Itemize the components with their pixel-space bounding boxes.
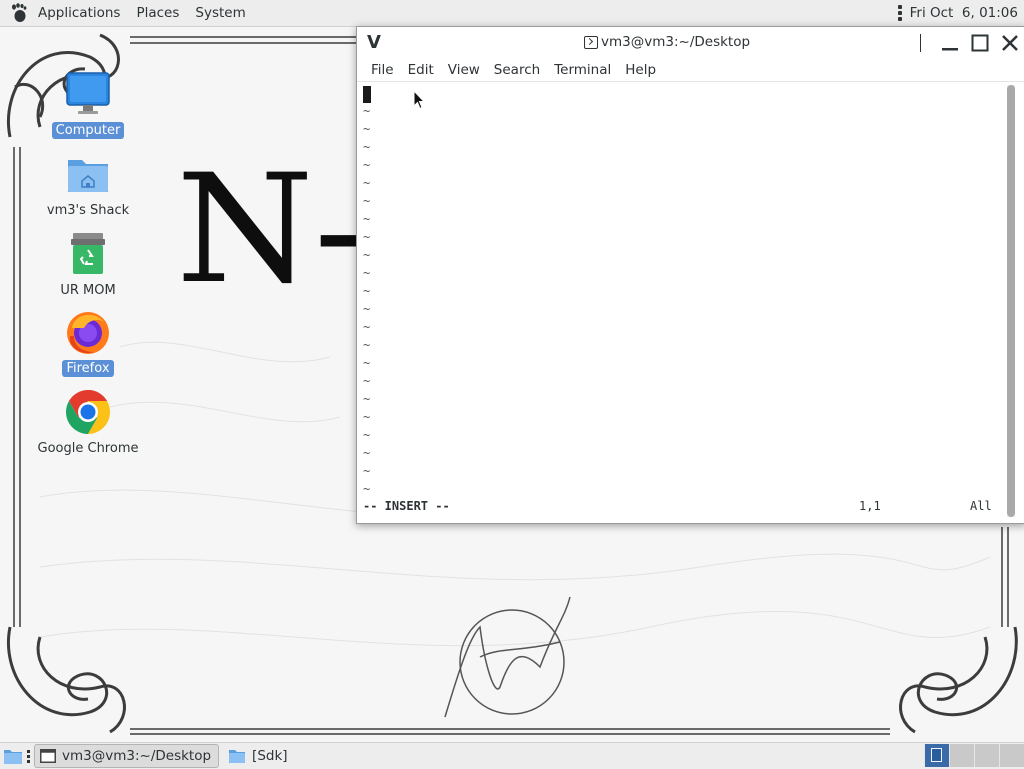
terminal-scrollbar[interactable] — [1007, 85, 1015, 517]
scrollbar-thumb[interactable] — [1007, 85, 1015, 517]
vim-app-icon: V — [367, 32, 381, 53]
firefox-icon — [64, 308, 112, 356]
minimize-icon — [942, 48, 958, 51]
empty-line-marker: ~ — [363, 248, 371, 262]
menu-terminal[interactable]: Terminal — [547, 62, 618, 78]
taskbar-item-label: [Sdk] — [252, 748, 288, 764]
desktop-icon-trash[interactable]: UR MOM — [33, 230, 143, 299]
workspace-2[interactable] — [949, 744, 974, 767]
empty-line-marker: ~ — [363, 140, 371, 154]
wallpaper-text: N- — [176, 143, 368, 317]
text-cursor — [363, 86, 371, 103]
top-panel: Applications Places System Fri Oct 6, 01… — [0, 0, 1024, 27]
terminal-window[interactable]: V vm3@vm3:~/Desktop File Edit View Searc… — [356, 26, 1024, 524]
empty-line-markers: ~ ~ ~ ~ ~ ~ ~ ~ ~ ~ ~ ~ ~ ~ ~ ~ ~ ~ ~ ~ ~ ~ — [363, 102, 370, 498]
close-icon — [1002, 35, 1018, 51]
system-menu[interactable]: System — [187, 5, 253, 21]
terminal-icon — [584, 35, 598, 49]
status-mode: -- INSERT -- — [363, 499, 450, 513]
empty-line-marker: ~ — [363, 176, 371, 190]
desktop-icon-label: Computer — [51, 122, 125, 139]
applications-menu[interactable]: Applications — [30, 5, 128, 21]
workspace-switcher — [924, 744, 1024, 767]
panel-overflow-icon[interactable] — [897, 5, 902, 21]
terminal-body[interactable]: ~ ~ ~ ~ ~ ~ ~ ~ ~ ~ ~ ~ ~ ~ ~ ~ ~ ~ ~ ~ ~ ~ -- INSERT -- 1,1 … — [357, 81, 1024, 524]
workspace-1[interactable] — [924, 744, 949, 767]
chrome-icon — [64, 388, 112, 436]
empty-line-marker: ~ — [363, 158, 371, 172]
signature-stamp — [444, 596, 571, 718]
empty-line-marker: ~ — [363, 464, 371, 478]
status-scroll: All — [970, 499, 992, 513]
empty-line-marker: ~ — [363, 446, 371, 460]
terminal-titlebar[interactable]: V vm3@vm3:~/Desktop — [357, 27, 1024, 59]
empty-line-marker: ~ — [363, 284, 371, 298]
vim-statusline: -- INSERT -- 1,1 All — [363, 499, 1003, 517]
empty-line-marker: ~ — [363, 320, 371, 334]
menu-view[interactable]: View — [441, 62, 487, 78]
empty-line-marker: ~ — [363, 356, 371, 370]
folder-icon — [228, 749, 246, 764]
window-title: vm3@vm3:~/Desktop — [601, 34, 751, 50]
desktop-icon-home-folder[interactable]: vm3's Shack — [33, 150, 143, 219]
desktop-icon-label: Google Chrome — [37, 441, 139, 456]
bottom-panel: vm3@vm3:~/Desktop [Sdk] — [0, 742, 1024, 769]
desktop-icon-computer[interactable]: Computer — [33, 70, 143, 139]
empty-line-marker: ~ — [363, 338, 371, 352]
terminal-window-icon — [40, 749, 56, 763]
menu-edit[interactable]: Edit — [401, 62, 441, 78]
taskbar-item-label: vm3@vm3:~/Desktop — [62, 748, 212, 764]
desktop-icon-label: vm3's Shack — [46, 203, 130, 218]
desktop-icon-firefox[interactable]: Firefox — [33, 308, 143, 377]
desktop-icon-label: UR MOM — [60, 283, 116, 298]
gnome-foot-icon[interactable] — [8, 2, 30, 24]
taskbar-handle-icon[interactable] — [27, 749, 30, 763]
empty-line-marker: ~ — [363, 122, 371, 136]
empty-line-marker: ~ — [363, 482, 371, 496]
workspace-3[interactable] — [974, 744, 999, 767]
menu-search[interactable]: Search — [487, 62, 547, 78]
empty-line-marker: ~ — [363, 428, 371, 442]
empty-line-marker: ~ — [363, 392, 371, 406]
show-desktop-icon[interactable] — [3, 747, 23, 765]
desktop-icon-chrome[interactable]: Google Chrome — [33, 388, 143, 457]
empty-line-marker: ~ — [363, 302, 371, 316]
taskbar-item-sdk[interactable]: [Sdk] — [223, 745, 295, 767]
workspace-4[interactable] — [999, 744, 1024, 767]
empty-line-marker: ~ — [363, 266, 371, 280]
minimize-button[interactable] — [939, 32, 961, 54]
computer-icon — [64, 70, 112, 118]
menu-file[interactable]: File — [364, 62, 401, 78]
menu-help[interactable]: Help — [618, 62, 663, 78]
empty-line-marker: ~ — [363, 212, 371, 226]
empty-line-marker: ~ — [363, 374, 371, 388]
maximize-icon — [971, 34, 989, 52]
empty-line-marker: ~ — [363, 104, 371, 118]
terminal-menubar: File Edit View Search Terminal Help — [357, 59, 1024, 81]
desktop-icon-label: Firefox — [62, 360, 114, 377]
empty-line-marker: ~ — [363, 194, 371, 208]
clock[interactable]: Fri Oct 6, 01:06 — [910, 5, 1018, 21]
places-menu[interactable]: Places — [128, 5, 187, 21]
home-folder-icon — [64, 150, 112, 198]
status-cursor-position: 1,1 — [859, 499, 881, 513]
mouse-pointer-icon — [413, 90, 425, 110]
empty-line-marker: ~ — [363, 230, 371, 244]
empty-line-marker: ~ — [363, 410, 371, 424]
trash-icon — [64, 230, 112, 278]
close-button[interactable] — [999, 32, 1021, 54]
maximize-button[interactable] — [969, 32, 991, 54]
taskbar-item-terminal[interactable]: vm3@vm3:~/Desktop — [34, 744, 220, 768]
